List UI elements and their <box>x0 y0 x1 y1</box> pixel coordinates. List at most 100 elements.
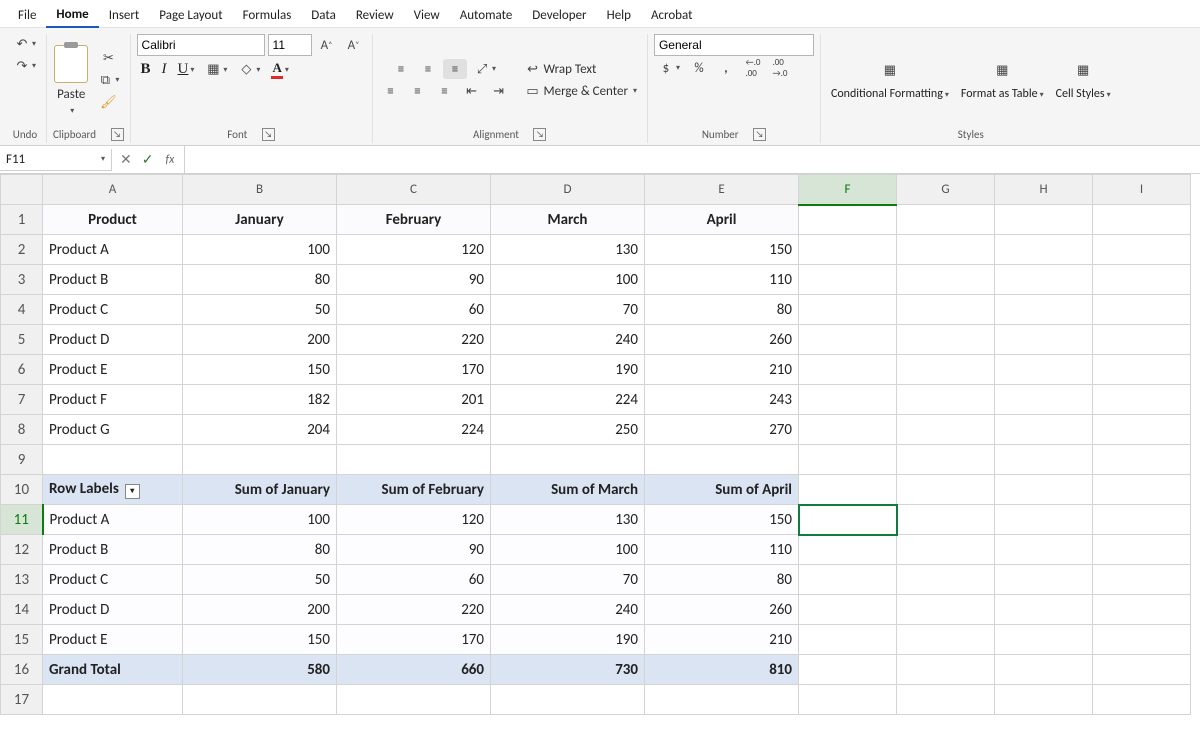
cell[interactable]: Product C <box>43 565 183 595</box>
cell[interactable]: 224 <box>491 385 645 415</box>
cell[interactable] <box>897 325 995 355</box>
cell[interactable]: 200 <box>183 325 337 355</box>
cell[interactable] <box>1093 205 1191 235</box>
cell[interactable]: 90 <box>337 535 491 565</box>
col-header-E[interactable]: E <box>645 175 799 205</box>
cell[interactable]: January <box>183 205 337 235</box>
cell[interactable] <box>995 415 1093 445</box>
align-middle-button[interactable]: ≡ <box>416 59 440 79</box>
cell[interactable]: Product A <box>43 235 183 265</box>
cell[interactable]: 170 <box>337 625 491 655</box>
format-as-table-button[interactable]: Format as Table ▾ <box>957 86 1048 103</box>
cell[interactable] <box>897 655 995 685</box>
cell[interactable]: Product B <box>43 265 183 295</box>
cell[interactable]: 182 <box>183 385 337 415</box>
borders-button[interactable]: ▦▾ <box>201 60 231 80</box>
cell[interactable] <box>897 535 995 565</box>
cell[interactable] <box>995 535 1093 565</box>
cell[interactable] <box>995 205 1093 235</box>
font-size-select[interactable] <box>268 34 312 56</box>
col-header-D[interactable]: D <box>491 175 645 205</box>
cell[interactable] <box>799 205 897 235</box>
orientation-button[interactable]: ⤢▾ <box>470 59 500 79</box>
merge-center-button[interactable]: ▭ Merge & Center ▾ <box>521 81 641 101</box>
active-cell[interactable] <box>799 505 897 535</box>
italic-button[interactable]: I <box>158 59 171 80</box>
cell[interactable]: February <box>337 205 491 235</box>
cell[interactable] <box>1093 415 1191 445</box>
cell[interactable] <box>995 685 1093 715</box>
format-painter-button[interactable]: 🖌 <box>96 92 120 112</box>
cell[interactable] <box>995 355 1093 385</box>
cell[interactable] <box>1093 385 1191 415</box>
pivot-filter-button[interactable]: ▾ <box>125 484 140 499</box>
cell[interactable] <box>799 625 897 655</box>
cancel-formula-button[interactable]: ✕ <box>116 149 136 170</box>
menu-tab-automate[interactable]: Automate <box>450 4 523 27</box>
cell[interactable]: 100 <box>183 235 337 265</box>
menu-tab-page-layout[interactable]: Page Layout <box>149 4 232 27</box>
col-header-G[interactable]: G <box>897 175 995 205</box>
cell[interactable]: Product E <box>43 625 183 655</box>
formula-input[interactable] <box>185 146 1200 173</box>
redo-button[interactable]: ↷▾ <box>10 56 40 76</box>
cell[interactable]: 90 <box>337 265 491 295</box>
cell[interactable] <box>995 505 1093 535</box>
cell[interactable]: 240 <box>491 325 645 355</box>
row-header[interactable]: 8 <box>1 415 43 445</box>
cell[interactable]: 130 <box>491 235 645 265</box>
row-header[interactable]: 5 <box>1 325 43 355</box>
menu-tab-review[interactable]: Review <box>346 4 404 27</box>
cell[interactable]: 730 <box>491 655 645 685</box>
cell[interactable] <box>1093 565 1191 595</box>
cell[interactable] <box>897 415 995 445</box>
cell[interactable]: 100 <box>183 505 337 535</box>
grow-font-button[interactable]: A˄ <box>315 35 339 55</box>
cell[interactable] <box>183 445 337 475</box>
cell[interactable] <box>337 445 491 475</box>
cell[interactable] <box>1093 325 1191 355</box>
cell[interactable] <box>897 295 995 325</box>
cell[interactable] <box>491 445 645 475</box>
cell[interactable] <box>799 385 897 415</box>
cell[interactable] <box>799 655 897 685</box>
cell[interactable]: 80 <box>183 265 337 295</box>
shrink-font-button[interactable]: A˅ <box>342 35 366 55</box>
cell[interactable]: Grand Total <box>43 655 183 685</box>
cell[interactable] <box>995 655 1093 685</box>
cell[interactable] <box>897 445 995 475</box>
cell[interactable] <box>645 445 799 475</box>
col-header-A[interactable]: A <box>43 175 183 205</box>
dialog-launcher-icon[interactable]: ↘ <box>111 128 124 141</box>
dialog-launcher-icon[interactable]: ↘ <box>753 128 766 141</box>
cell[interactable] <box>1093 655 1191 685</box>
row-header[interactable]: 7 <box>1 385 43 415</box>
menu-tab-formulas[interactable]: Formulas <box>233 4 302 27</box>
cell[interactable] <box>897 265 995 295</box>
copy-button[interactable]: ⧉▾ <box>93 70 123 90</box>
cell[interactable] <box>995 595 1093 625</box>
cell[interactable]: 120 <box>337 235 491 265</box>
cell[interactable]: 243 <box>645 385 799 415</box>
cell[interactable]: 50 <box>183 565 337 595</box>
row-header[interactable]: 16 <box>1 655 43 685</box>
cell[interactable]: 130 <box>491 505 645 535</box>
menu-tab-view[interactable]: View <box>404 4 450 27</box>
paste-button[interactable]: Paste <box>53 85 89 104</box>
cell[interactable]: 260 <box>645 595 799 625</box>
cell[interactable] <box>1093 685 1191 715</box>
cell[interactable] <box>491 685 645 715</box>
cell[interactable] <box>995 475 1093 505</box>
cell[interactable] <box>897 205 995 235</box>
spreadsheet-grid[interactable]: A B C D E F G H I 1 Product January Febr… <box>0 174 1200 715</box>
cell[interactable] <box>337 685 491 715</box>
increase-indent-button[interactable]: ⇥ <box>487 81 511 101</box>
row-header[interactable]: 15 <box>1 625 43 655</box>
cell[interactable]: Product D <box>43 595 183 625</box>
cell[interactable]: 70 <box>491 565 645 595</box>
cell[interactable] <box>1093 265 1191 295</box>
cell[interactable]: 190 <box>491 625 645 655</box>
cell[interactable]: 660 <box>337 655 491 685</box>
cell[interactable]: 201 <box>337 385 491 415</box>
name-box[interactable]: F11▾ <box>0 149 112 171</box>
